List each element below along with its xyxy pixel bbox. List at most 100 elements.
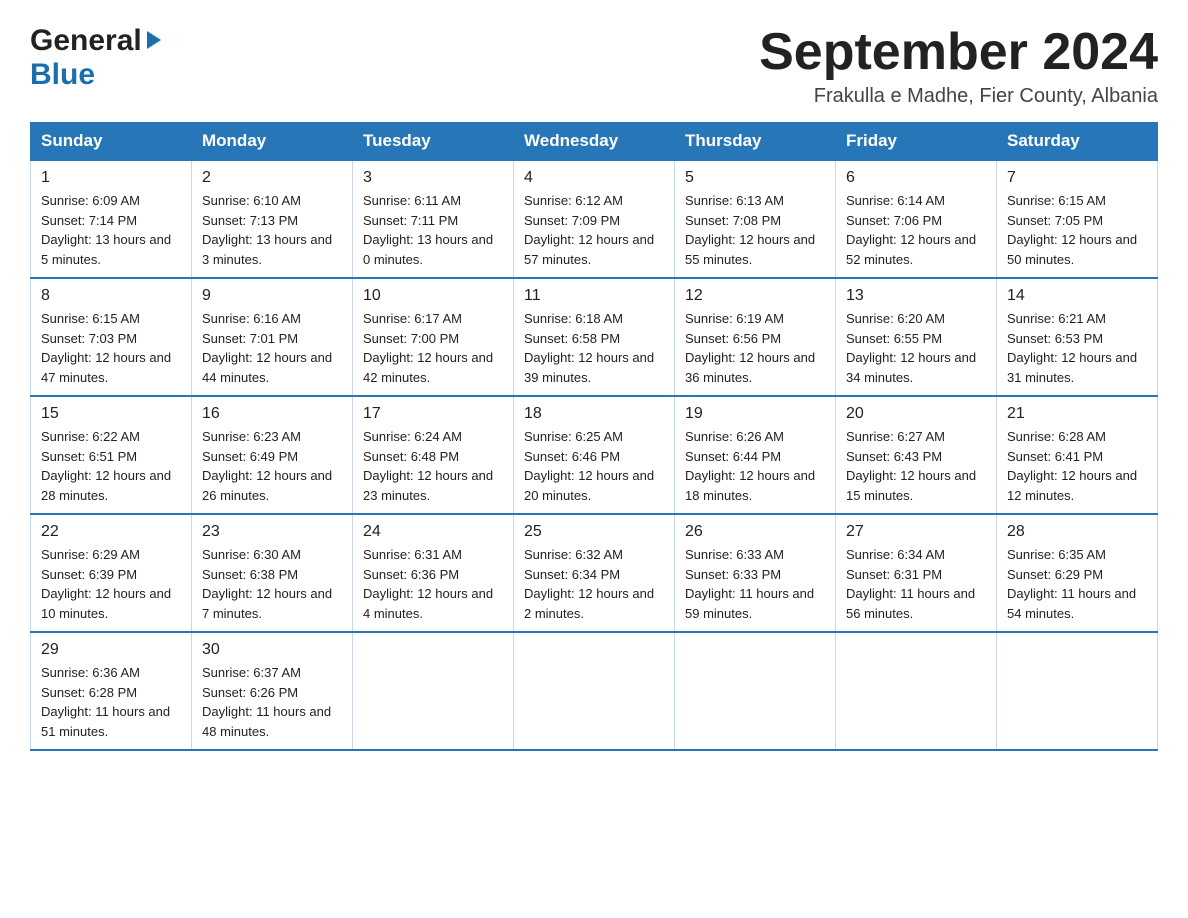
calendar-header-row: SundayMondayTuesdayWednesdayThursdayFrid… (31, 123, 1158, 161)
calendar-cell: 3 Sunrise: 6:11 AMSunset: 7:11 PMDaylight… (353, 160, 514, 278)
calendar-cell (675, 632, 836, 750)
day-info: Sunrise: 6:15 AMSunset: 7:03 PMDaylight:… (41, 309, 181, 387)
day-info: Sunrise: 6:17 AMSunset: 7:00 PMDaylight:… (363, 309, 503, 387)
day-number: 5 (685, 169, 825, 187)
day-info: Sunrise: 6:21 AMSunset: 6:53 PMDaylight:… (1007, 309, 1147, 387)
calendar-cell: 1 Sunrise: 6:09 AMSunset: 7:14 PMDaylight… (31, 160, 192, 278)
day-number: 10 (363, 287, 503, 305)
calendar-cell: 27Sunrise: 6:34 AMSunset: 6:31 PMDayligh… (836, 514, 997, 632)
calendar-cell (353, 632, 514, 750)
day-info: Sunrise: 6:22 AMSunset: 6:51 PMDaylight:… (41, 427, 181, 505)
calendar-cell: 19 Sunrise: 6:26 AMSunset: 6:44 PMDayligh… (675, 396, 836, 514)
day-number: 29 (41, 641, 181, 659)
calendar-cell: 8 Sunrise: 6:15 AMSunset: 7:03 PMDaylight… (31, 278, 192, 396)
calendar-subtitle: Frakulla e Madhe, Fier County, Albania (759, 85, 1158, 108)
calendar-cell: 18Sunrise: 6:25 AMSunset: 6:46 PMDayligh… (514, 396, 675, 514)
calendar-cell: 21 Sunrise: 6:28 AMSunset: 6:41 PMDayligh… (997, 396, 1158, 514)
day-number: 16 (202, 405, 342, 423)
day-info: Sunrise: 6:18 AMSunset: 6:58 PMDaylight:… (524, 309, 664, 387)
day-number: 2 (202, 169, 342, 187)
day-info: Sunrise: 6:33 AMSunset: 6:33 PMDaylight:… (685, 545, 825, 623)
day-info: Sunrise: 6:27 AMSunset: 6:43 PMDaylight:… (846, 427, 986, 505)
day-info: Sunrise: 6:09 AMSunset: 7:14 PMDaylight:… (41, 191, 181, 269)
calendar-cell: 6Sunrise: 6:14 AMSunset: 7:06 PMDaylight… (836, 160, 997, 278)
calendar-week-row: 22 Sunrise: 6:29 AMSunset: 6:39 PMDayligh… (31, 514, 1158, 632)
calendar-cell: 5 Sunrise: 6:13 AMSunset: 7:08 PMDaylight… (675, 160, 836, 278)
calendar-cell: 30 Sunrise: 6:37 AMSunset: 6:26 PMDayligh… (192, 632, 353, 750)
day-header-thursday: Thursday (675, 123, 836, 161)
calendar-cell: 2 Sunrise: 6:10 AMSunset: 7:13 PMDaylight… (192, 160, 353, 278)
day-number: 20 (846, 405, 986, 423)
day-number: 8 (41, 287, 181, 305)
day-number: 24 (363, 523, 503, 541)
calendar-week-row: 15 Sunrise: 6:22 AMSunset: 6:51 PMDayligh… (31, 396, 1158, 514)
calendar-cell: 29Sunrise: 6:36 AMSunset: 6:28 PMDayligh… (31, 632, 192, 750)
calendar-week-row: 29Sunrise: 6:36 AMSunset: 6:28 PMDayligh… (31, 632, 1158, 750)
calendar-title: September 2024 (759, 24, 1158, 81)
day-number: 4 (524, 169, 664, 187)
calendar-week-row: 8 Sunrise: 6:15 AMSunset: 7:03 PMDaylight… (31, 278, 1158, 396)
day-info: Sunrise: 6:23 AMSunset: 6:49 PMDaylight:… (202, 427, 342, 505)
day-header-tuesday: Tuesday (353, 123, 514, 161)
day-info: Sunrise: 6:20 AMSunset: 6:55 PMDaylight:… (846, 309, 986, 387)
calendar-cell: 20 Sunrise: 6:27 AMSunset: 6:43 PMDayligh… (836, 396, 997, 514)
day-number: 21 (1007, 405, 1147, 423)
calendar-cell: 25Sunrise: 6:32 AMSunset: 6:34 PMDayligh… (514, 514, 675, 632)
day-info: Sunrise: 6:11 AMSunset: 7:11 PMDaylight:… (363, 191, 503, 269)
day-number: 9 (202, 287, 342, 305)
calendar-cell: 17 Sunrise: 6:24 AMSunset: 6:48 PMDayligh… (353, 396, 514, 514)
day-number: 23 (202, 523, 342, 541)
day-number: 3 (363, 169, 503, 187)
day-info: Sunrise: 6:12 AMSunset: 7:09 PMDaylight:… (524, 191, 664, 269)
title-block: September 2024 Frakulla e Madhe, Fier Co… (759, 24, 1158, 108)
day-info: Sunrise: 6:26 AMSunset: 6:44 PMDaylight:… (685, 427, 825, 505)
day-info: Sunrise: 6:31 AMSunset: 6:36 PMDaylight:… (363, 545, 503, 623)
day-info: Sunrise: 6:28 AMSunset: 6:41 PMDaylight:… (1007, 427, 1147, 505)
logo-blue: Blue (30, 58, 95, 92)
day-number: 14 (1007, 287, 1147, 305)
day-number: 28 (1007, 523, 1147, 541)
day-number: 1 (41, 169, 181, 187)
calendar-cell: 23 Sunrise: 6:30 AMSunset: 6:38 PMDayligh… (192, 514, 353, 632)
calendar-cell: 4 Sunrise: 6:12 AMSunset: 7:09 PMDaylight… (514, 160, 675, 278)
day-info: Sunrise: 6:30 AMSunset: 6:38 PMDaylight:… (202, 545, 342, 623)
calendar-cell: 14 Sunrise: 6:21 AMSunset: 6:53 PMDayligh… (997, 278, 1158, 396)
day-info: Sunrise: 6:15 AMSunset: 7:05 PMDaylight:… (1007, 191, 1147, 269)
calendar-cell: 12Sunrise: 6:19 AMSunset: 6:56 PMDayligh… (675, 278, 836, 396)
calendar-cell: 15 Sunrise: 6:22 AMSunset: 6:51 PMDayligh… (31, 396, 192, 514)
day-info: Sunrise: 6:32 AMSunset: 6:34 PMDaylight:… (524, 545, 664, 623)
day-info: Sunrise: 6:29 AMSunset: 6:39 PMDaylight:… (41, 545, 181, 623)
day-info: Sunrise: 6:16 AMSunset: 7:01 PMDaylight:… (202, 309, 342, 387)
day-number: 11 (524, 287, 664, 305)
calendar-cell: 10 Sunrise: 6:17 AMSunset: 7:00 PMDayligh… (353, 278, 514, 396)
day-number: 26 (685, 523, 825, 541)
calendar-cell (836, 632, 997, 750)
calendar-cell (997, 632, 1158, 750)
day-info: Sunrise: 6:37 AMSunset: 6:26 PMDaylight:… (202, 663, 342, 741)
day-info: Sunrise: 6:10 AMSunset: 7:13 PMDaylight:… (202, 191, 342, 269)
day-number: 17 (363, 405, 503, 423)
calendar-week-row: 1 Sunrise: 6:09 AMSunset: 7:14 PMDaylight… (31, 160, 1158, 278)
header: General Blue September 2024 Frakulla e M… (30, 24, 1158, 108)
calendar-cell: 7 Sunrise: 6:15 AMSunset: 7:05 PMDaylight… (997, 160, 1158, 278)
calendar-cell: 9 Sunrise: 6:16 AMSunset: 7:01 PMDaylight… (192, 278, 353, 396)
day-number: 7 (1007, 169, 1147, 187)
calendar-cell (514, 632, 675, 750)
day-header-saturday: Saturday (997, 123, 1158, 161)
day-header-friday: Friday (836, 123, 997, 161)
day-info: Sunrise: 6:24 AMSunset: 6:48 PMDaylight:… (363, 427, 503, 505)
day-number: 15 (41, 405, 181, 423)
day-number: 12 (685, 287, 825, 305)
day-number: 30 (202, 641, 342, 659)
day-number: 13 (846, 287, 986, 305)
day-header-sunday: Sunday (31, 123, 192, 161)
day-number: 27 (846, 523, 986, 541)
calendar-cell: 13 Sunrise: 6:20 AMSunset: 6:55 PMDayligh… (836, 278, 997, 396)
day-info: Sunrise: 6:14 AMSunset: 7:06 PMDaylight:… (846, 191, 986, 269)
day-number: 22 (41, 523, 181, 541)
day-info: Sunrise: 6:13 AMSunset: 7:08 PMDaylight:… (685, 191, 825, 269)
calendar-cell: 26 Sunrise: 6:33 AMSunset: 6:33 PMDayligh… (675, 514, 836, 632)
calendar-cell: 16 Sunrise: 6:23 AMSunset: 6:49 PMDayligh… (192, 396, 353, 514)
day-number: 18 (524, 405, 664, 423)
day-number: 19 (685, 405, 825, 423)
